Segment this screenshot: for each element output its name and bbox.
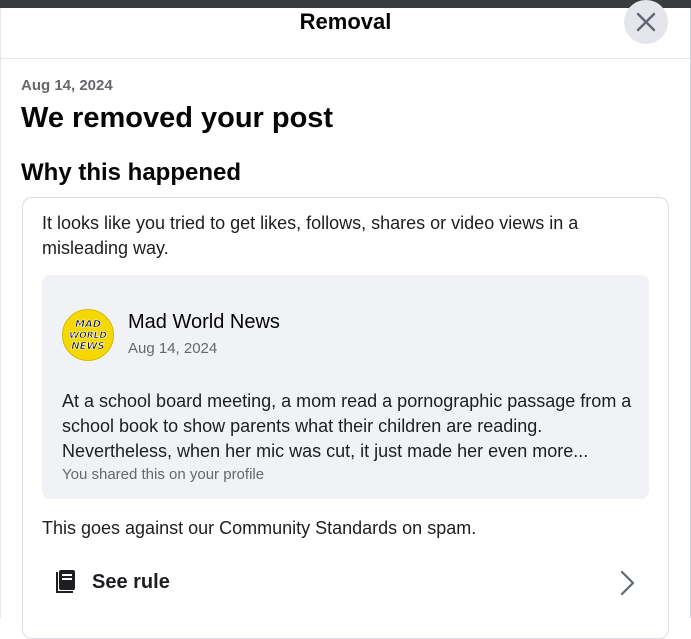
- dialog-title: Removal: [299, 9, 392, 34]
- explanation-text: It looks like you tried to get likes, fo…: [42, 213, 579, 258]
- standards-text: This goes against our Community Standard…: [42, 518, 477, 538]
- removed-post-preview: MAD WORLD NEWS Mad World News Aug 14, 20…: [42, 275, 649, 499]
- post-share-note: You shared this on your profile: [62, 466, 265, 483]
- post-date: Aug 14, 2024: [128, 340, 218, 357]
- post-text: At a school board meeting, a mom read a …: [62, 391, 632, 461]
- avatar-logo-line-2: WORLD: [69, 331, 107, 341]
- avatar: MAD WORLD NEWS: [62, 309, 114, 361]
- window-top-bar: [0, 0, 691, 8]
- see-rule-label: See rule: [92, 571, 170, 593]
- rule-book-icon: [56, 570, 75, 593]
- notice-headline: We removed your post: [21, 102, 334, 134]
- see-rule-button[interactable]: See rule: [42, 558, 642, 606]
- dialog-header: Removal: [1, 0, 690, 59]
- section-title: Why this happened: [21, 159, 242, 186]
- close-icon: [636, 12, 656, 32]
- avatar-logo-line-3: NEWS: [71, 341, 104, 352]
- chevron-right-icon: [620, 570, 635, 596]
- post-author-name: Mad World News: [128, 311, 280, 333]
- avatar-logo-line-1: MAD: [75, 319, 101, 330]
- reason-card: It looks like you tried to get likes, fo…: [22, 197, 669, 639]
- removal-dialog: Removal Aug 14, 2024 We removed your pos…: [0, 0, 691, 639]
- close-button[interactable]: [624, 0, 668, 44]
- notice-date: Aug 14, 2024: [21, 77, 113, 94]
